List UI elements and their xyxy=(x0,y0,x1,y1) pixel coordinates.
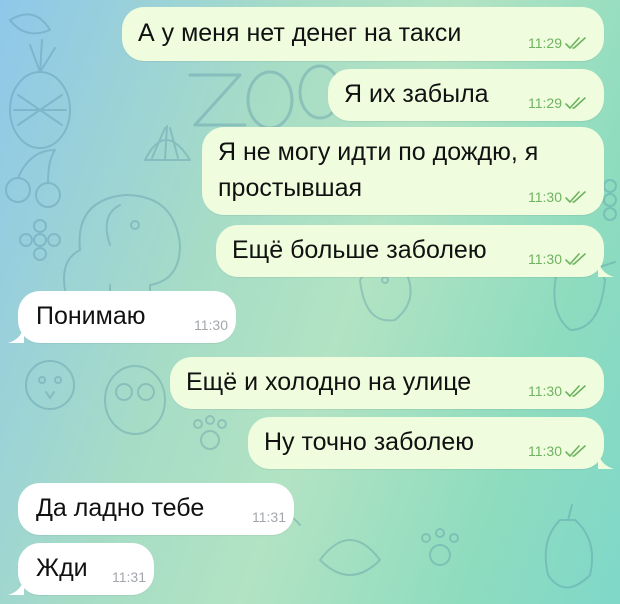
shell-doodle-icon xyxy=(144,125,191,161)
message-text-line-1: Я не могу идти по дождю, я xyxy=(218,138,539,166)
message-time: 11:30 xyxy=(528,383,562,399)
incoming-message[interactable]: Жди 11:31 xyxy=(8,543,154,595)
message-text: Понимаю xyxy=(36,302,146,330)
pear-doodle-icon xyxy=(544,504,594,589)
incoming-message[interactable]: Понимаю 11:30 xyxy=(8,291,236,343)
message-text: Да ладно тебе xyxy=(36,494,205,522)
outgoing-message[interactable]: Ещё больше заболею 11:30 xyxy=(216,225,614,277)
message-meta: 11:29 xyxy=(528,95,588,111)
message-text-line-2: простывшая xyxy=(218,174,363,202)
double-check-icon xyxy=(565,385,586,397)
message-meta: 11:30 xyxy=(528,443,588,459)
message-text: Ну точно заболею xyxy=(264,428,474,456)
message-text: Жди xyxy=(36,554,88,582)
message-meta: 11:30 xyxy=(528,251,588,267)
message-time: 11:29 xyxy=(528,35,562,51)
message-text: А у меня нет денег на такси xyxy=(138,19,462,47)
message-time: 11:29 xyxy=(528,95,562,111)
bubble-tail xyxy=(598,451,614,469)
chick-doodle-icon xyxy=(25,360,75,410)
outgoing-message[interactable]: Я их забыла 11:29 xyxy=(328,69,604,121)
message-text: Я их забыла xyxy=(344,80,489,108)
cherries-doodle-icon xyxy=(5,149,61,208)
bubble-tail xyxy=(8,577,24,595)
double-check-icon xyxy=(565,37,586,49)
paw-doodle-icon xyxy=(193,415,227,450)
message-time: 11:31 xyxy=(252,509,286,525)
outgoing-message[interactable]: Ну точно заболею 11:30 xyxy=(248,417,614,469)
owl-doodle-icon xyxy=(104,365,166,435)
outgoing-message[interactable]: Я не могу идти по дождю, я простывшая 11… xyxy=(202,127,604,215)
flower-doodle-icon xyxy=(19,219,61,261)
leaf-doodle-icon xyxy=(9,13,51,35)
double-check-icon xyxy=(565,253,586,265)
message-meta: 11:30 xyxy=(528,383,588,399)
outgoing-message[interactable]: А у меня нет денег на такси 11:29 xyxy=(122,7,604,61)
chat-area[interactable]: А у меня нет денег на такси 11:29 Я их з… xyxy=(0,0,620,604)
double-check-icon xyxy=(565,97,586,109)
message-meta: 11:29 xyxy=(528,35,588,51)
message-time: 11:30 xyxy=(528,251,562,267)
message-text: Ещё больше заболею xyxy=(232,236,487,264)
message-meta: 11:30 xyxy=(194,317,228,333)
incoming-message[interactable]: Да ладно тебе 11:31 xyxy=(18,483,294,535)
outgoing-message[interactable]: Ещё и холодно на улице 11:30 xyxy=(170,357,604,409)
message-time: 11:30 xyxy=(528,189,562,205)
message-time: 11:31 xyxy=(112,569,146,585)
double-check-icon xyxy=(565,445,586,457)
message-meta: 11:31 xyxy=(252,509,286,525)
message-meta: 11:31 xyxy=(112,569,146,585)
paw-doodle-icon-2 xyxy=(421,528,459,566)
double-check-icon xyxy=(565,191,586,203)
message-time: 11:30 xyxy=(194,317,228,333)
message-text: Ещё и холодно на улице xyxy=(186,368,472,396)
bubble-tail xyxy=(8,325,24,343)
pineapple-doodle-icon xyxy=(9,39,71,149)
message-meta: 11:30 xyxy=(528,189,588,205)
bubble-tail xyxy=(598,259,614,277)
message-time: 11:30 xyxy=(528,443,562,459)
zoo-doodle-icon xyxy=(188,64,342,130)
elephant-doodle-icon xyxy=(63,194,181,301)
